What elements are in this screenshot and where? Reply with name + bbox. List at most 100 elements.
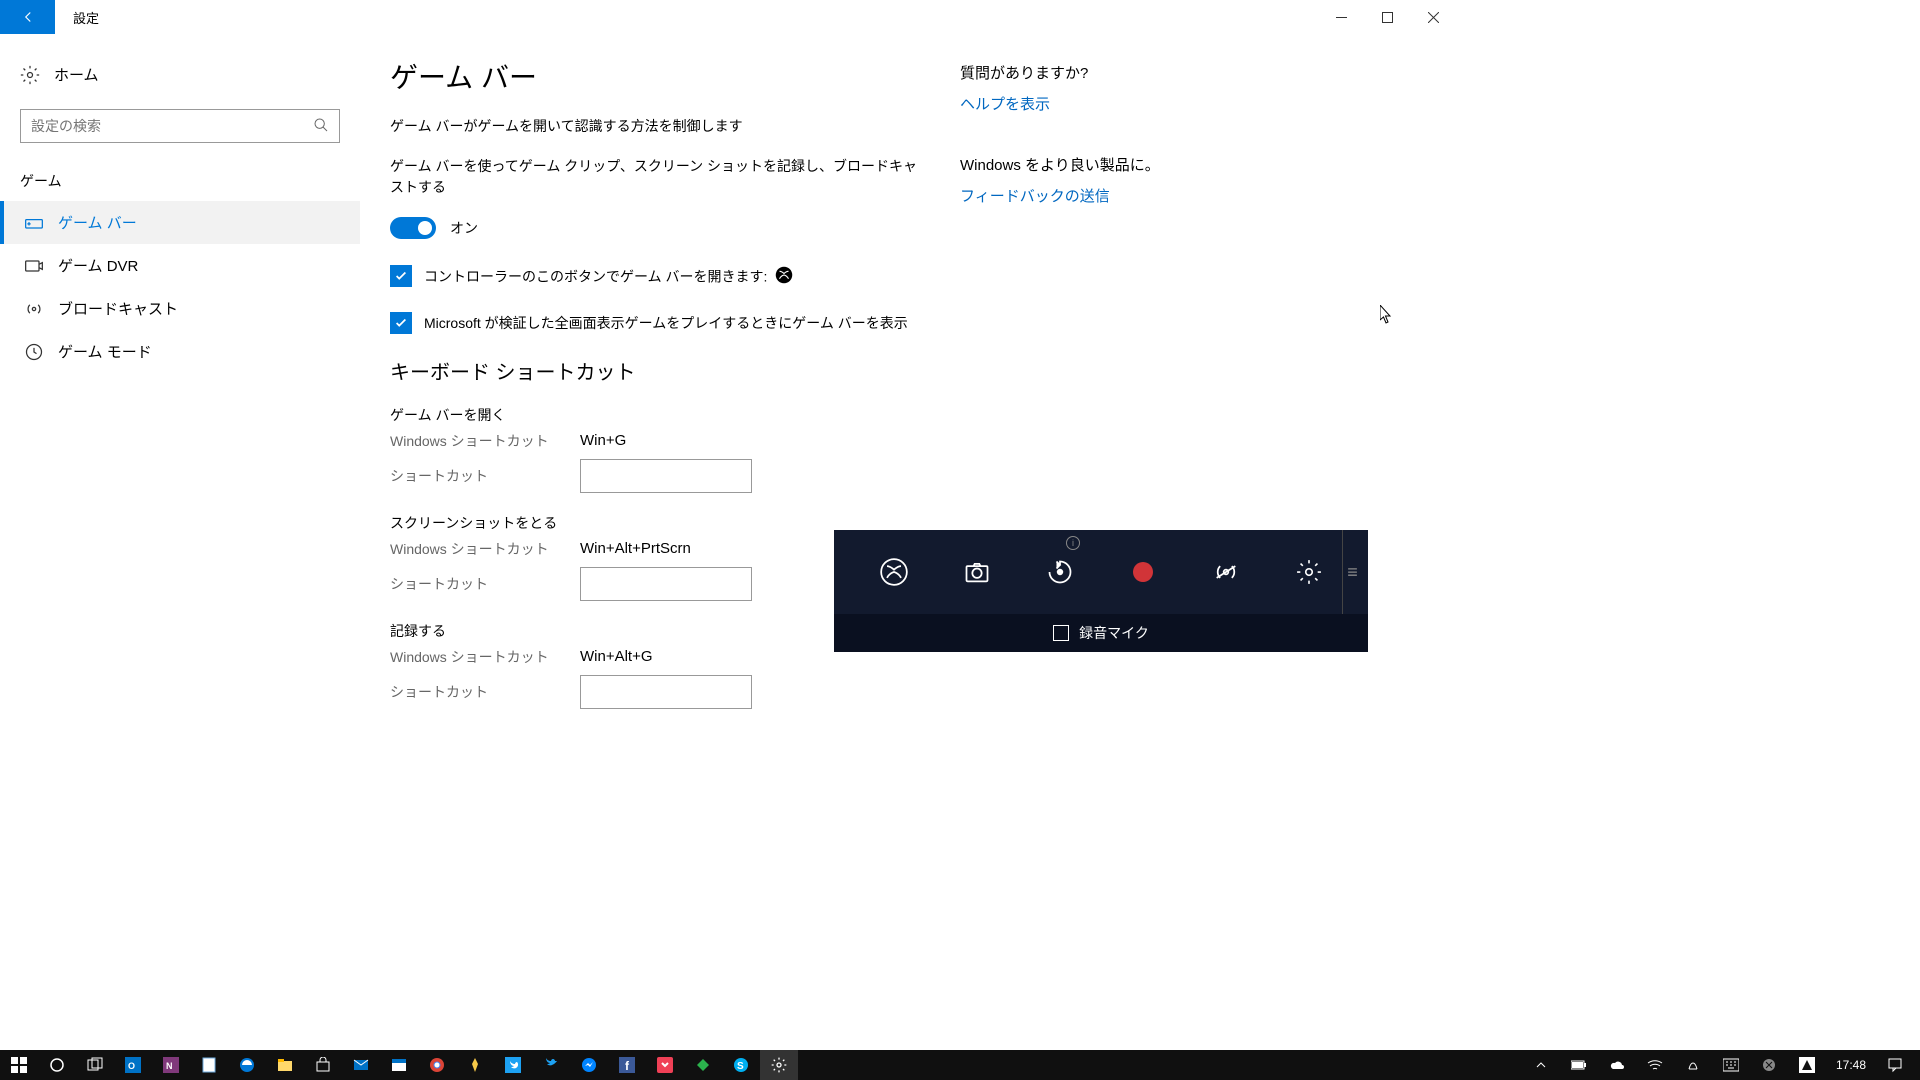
- svg-text:O: O: [128, 1061, 135, 1071]
- feedback-link[interactable]: フィードバックの送信: [960, 185, 1426, 206]
- outlook-icon[interactable]: O: [114, 1050, 152, 1080]
- user-shortcut-label: ショートカット: [390, 574, 580, 594]
- cortana-button[interactable]: [38, 1050, 76, 1080]
- wifi-icon[interactable]: [1636, 1057, 1674, 1073]
- title-bar: 設定: [0, 0, 1456, 34]
- task-view-button[interactable]: [76, 1050, 114, 1080]
- tray-app-icon[interactable]: [1788, 1057, 1826, 1073]
- help-pane: 質問がありますか? ヘルプを表示 Windows をより良い製品に。 フィードバ…: [960, 56, 1426, 786]
- store-icon[interactable]: [304, 1050, 342, 1080]
- help-heading: 質問がありますか?: [960, 62, 1426, 83]
- nav-group-header: ゲーム: [0, 165, 360, 201]
- search-box[interactable]: [20, 109, 340, 143]
- nav-item-game-dvr[interactable]: ゲーム DVR: [0, 244, 360, 287]
- fullscreen-gamebar-checkbox[interactable]: [390, 312, 412, 334]
- toggle-state-label: オン: [450, 218, 478, 238]
- calendar-icon[interactable]: [380, 1050, 418, 1080]
- feedback-heading: Windows をより良い製品に。: [960, 154, 1426, 175]
- user-shortcut-label: ショートカット: [390, 682, 580, 702]
- win-shortcut-value: Win+Alt+G: [580, 648, 653, 665]
- search-icon: [313, 117, 329, 136]
- main-content: ゲーム バー ゲーム バーがゲームを開いて認識する方法を制御します ゲーム バー…: [390, 56, 920, 786]
- info-icon[interactable]: i: [1066, 536, 1080, 550]
- search-input[interactable]: [31, 118, 313, 134]
- user-shortcut-label: ショートカット: [390, 466, 580, 486]
- chrome-icon[interactable]: [418, 1050, 456, 1080]
- broadcast-button[interactable]: [1208, 554, 1244, 590]
- nav-label: ブロードキャスト: [58, 298, 178, 319]
- page-title: ゲーム バー: [390, 56, 920, 96]
- win-shortcut-value: Win+G: [580, 432, 626, 449]
- nav-label: ゲーム バー: [58, 212, 137, 233]
- tray-overflow-icon[interactable]: [1522, 1060, 1560, 1070]
- gamemode-icon: [24, 342, 44, 362]
- win-shortcut-label: Windows ショートカット: [390, 647, 580, 667]
- battery-icon[interactable]: [1560, 1057, 1598, 1073]
- mic-record-label: 録音マイク: [1079, 623, 1149, 643]
- user-shortcut-input[interactable]: [580, 459, 752, 493]
- mail-icon[interactable]: [342, 1050, 380, 1080]
- nav-label: ゲーム モード: [58, 341, 152, 362]
- skype-icon[interactable]: S: [722, 1050, 760, 1080]
- checkbox-label: Microsoft が検証した全画面表示ゲームをプレイするときにゲーム バーを表…: [424, 312, 908, 334]
- gamebar-icon: [24, 213, 44, 233]
- win-shortcut-label: Windows ショートカット: [390, 539, 580, 559]
- user-shortcut-input[interactable]: [580, 675, 752, 709]
- help-link[interactable]: ヘルプを表示: [960, 93, 1426, 114]
- xbox-icon: [775, 266, 793, 290]
- record-button[interactable]: [1125, 554, 1161, 590]
- ime-icon[interactable]: [1712, 1057, 1750, 1073]
- onedrive-icon[interactable]: [1598, 1057, 1636, 1073]
- nav-item-game-mode[interactable]: ゲーム モード: [0, 330, 360, 373]
- svg-text:S: S: [737, 1061, 744, 1072]
- taskbar-clock[interactable]: 17:48: [1826, 1058, 1876, 1072]
- pocket-icon[interactable]: [646, 1050, 684, 1080]
- close-button[interactable]: [1410, 0, 1456, 34]
- feedly-icon[interactable]: [684, 1050, 722, 1080]
- app-icon[interactable]: [456, 1050, 494, 1080]
- controller-open-checkbox[interactable]: [390, 265, 412, 287]
- tray-close-icon[interactable]: [1750, 1057, 1788, 1073]
- drag-handle[interactable]: ≡: [1342, 530, 1362, 614]
- taskbar: O N f S 17:48: [0, 1050, 1920, 1080]
- mouse-cursor: [1380, 305, 1394, 330]
- checkbox-label: コントローラーのこのボタンでゲーム バーを開きます:: [424, 265, 793, 290]
- xbox-button[interactable]: [876, 554, 912, 590]
- settings-button[interactable]: [1291, 554, 1327, 590]
- edge-icon[interactable]: [228, 1050, 266, 1080]
- nav-item-broadcast[interactable]: ブロードキャスト: [0, 287, 360, 330]
- back-button[interactable]: [0, 0, 55, 34]
- messenger-icon[interactable]: [570, 1050, 608, 1080]
- tray-icon[interactable]: [1674, 1057, 1712, 1073]
- toggle-description: ゲーム バーを使ってゲーム クリップ、スクリーン ショットを記録し、ブロードキャ…: [390, 156, 920, 197]
- minimize-button[interactable]: [1318, 0, 1364, 34]
- user-shortcut-input[interactable]: [580, 567, 752, 601]
- gamebar-toggle[interactable]: [390, 217, 436, 239]
- game-bar-overlay: i ≡ 録音マイク: [834, 530, 1368, 652]
- record-last-button[interactable]: [1042, 554, 1078, 590]
- home-label: ホーム: [54, 64, 99, 85]
- maximize-button[interactable]: [1364, 0, 1410, 34]
- dvr-icon: [24, 256, 44, 276]
- window-title: 設定: [55, 0, 1318, 34]
- sidebar: ホーム ゲーム ゲーム バー ゲーム DVR ブロードキャスト ゲーム モード: [0, 34, 360, 786]
- facebook-icon[interactable]: f: [608, 1050, 646, 1080]
- home-nav[interactable]: ホーム: [0, 56, 360, 93]
- twitter-icon[interactable]: [532, 1050, 570, 1080]
- gear-icon: [20, 65, 40, 85]
- notepad-icon[interactable]: [190, 1050, 228, 1080]
- shortcut-name: ゲーム バーを開く: [390, 405, 920, 425]
- mic-record-checkbox[interactable]: [1053, 625, 1069, 641]
- svg-text:N: N: [166, 1061, 173, 1071]
- broadcast-icon: [24, 299, 44, 319]
- explorer-icon[interactable]: [266, 1050, 304, 1080]
- screenshot-button[interactable]: [959, 554, 995, 590]
- onenote-icon[interactable]: N: [152, 1050, 190, 1080]
- win-shortcut-label: Windows ショートカット: [390, 431, 580, 451]
- action-center-icon[interactable]: [1876, 1057, 1914, 1073]
- start-button[interactable]: [0, 1050, 38, 1080]
- settings-taskbar-icon[interactable]: [760, 1050, 798, 1080]
- tweetdeck-icon[interactable]: [494, 1050, 532, 1080]
- nav-item-game-bar[interactable]: ゲーム バー: [0, 201, 360, 244]
- win-shortcut-value: Win+Alt+PrtScrn: [580, 540, 691, 557]
